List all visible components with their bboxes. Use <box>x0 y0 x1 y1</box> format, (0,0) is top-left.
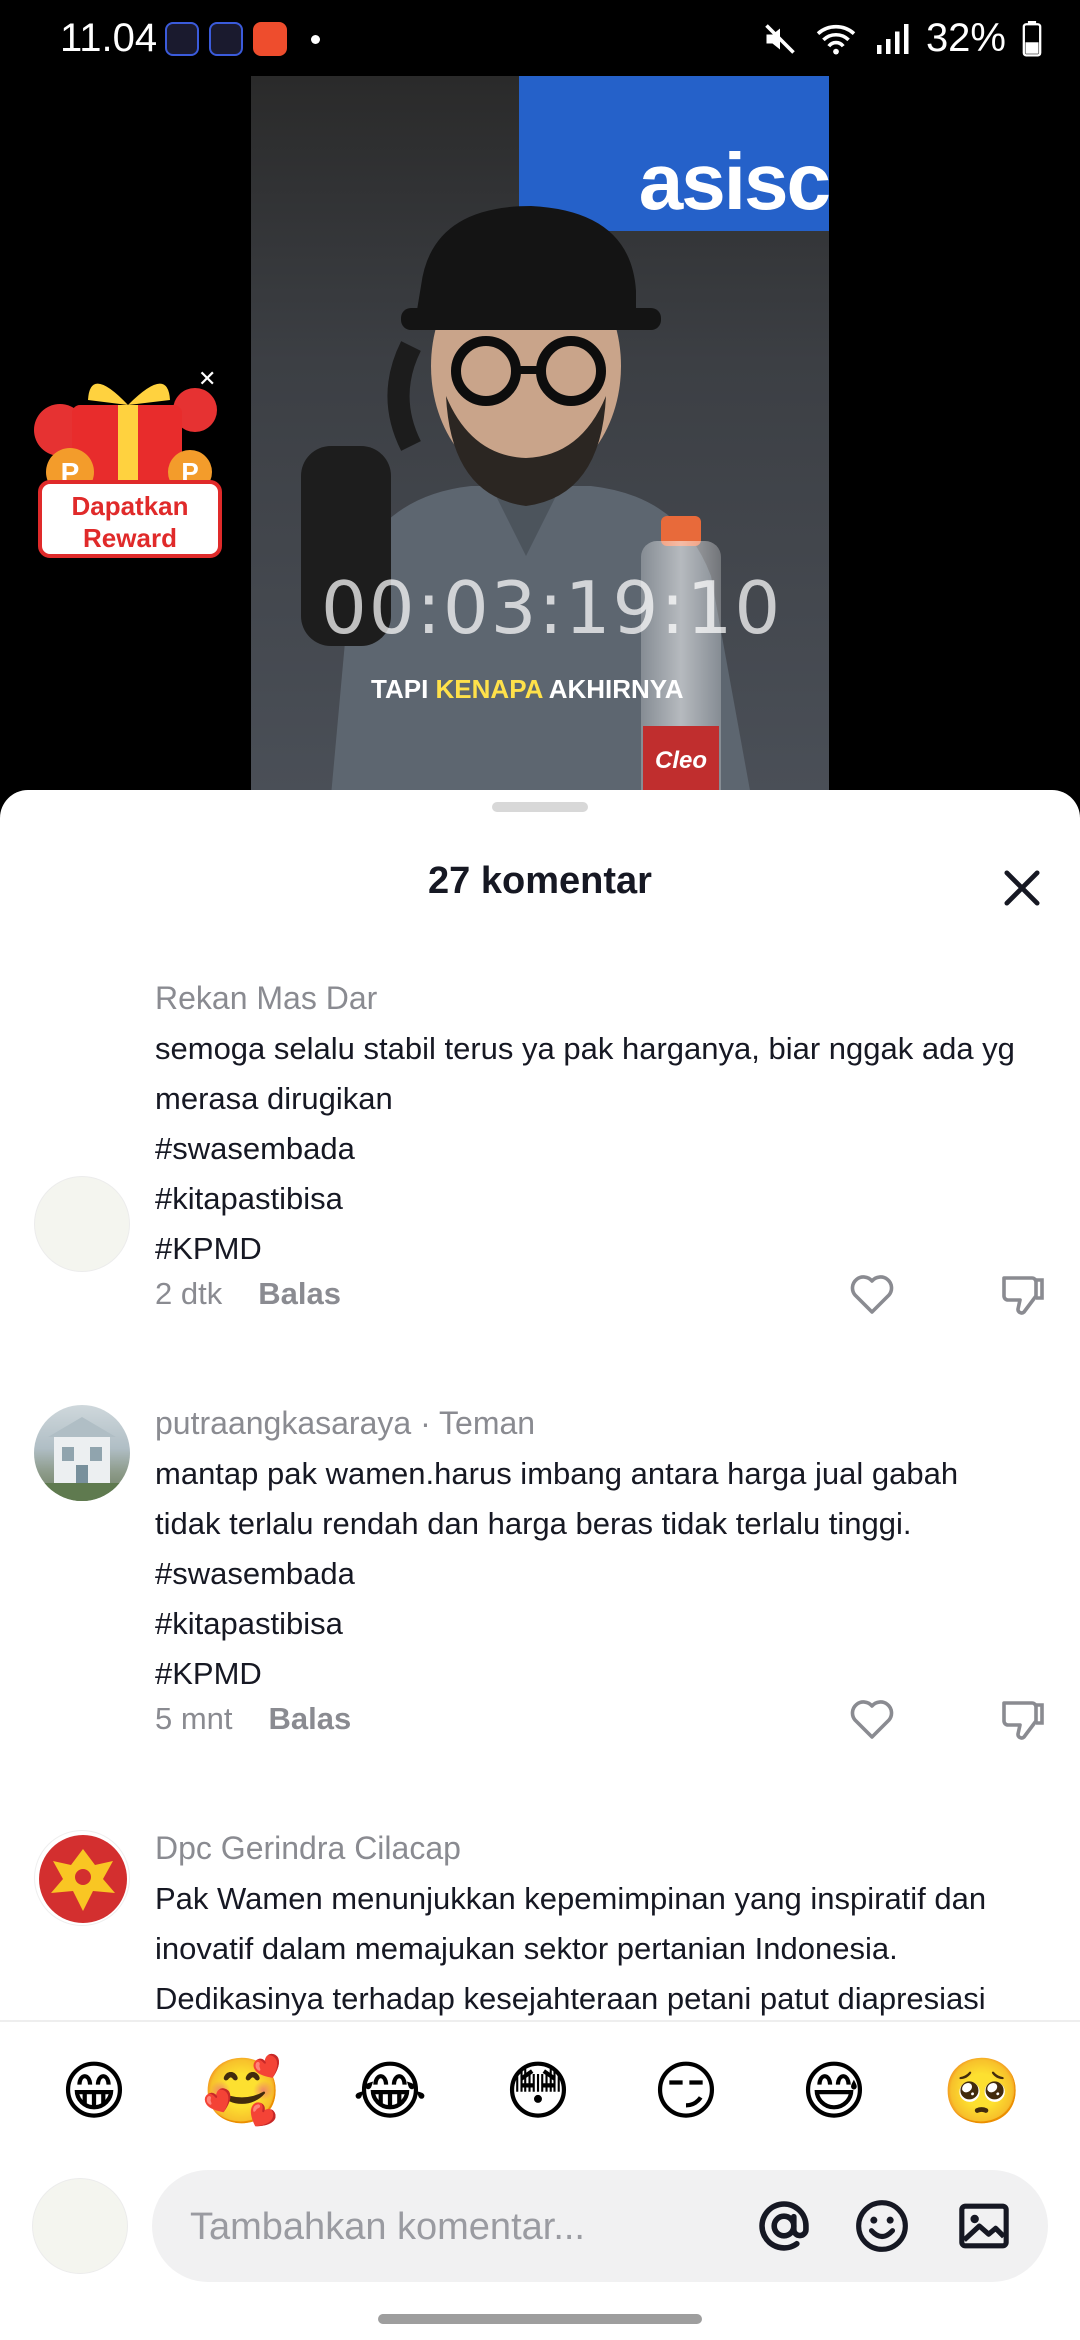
reward-label-line2: Reward <box>83 523 177 553</box>
close-icon[interactable] <box>996 862 1048 914</box>
comment-time: 2 dtk <box>155 1276 223 1311</box>
comment-line: Pak Wamen menunjukkan kepemimpinan yang … <box>155 1881 987 1916</box>
image-icon[interactable] <box>956 2198 1012 2254</box>
comment-input[interactable] <box>188 2170 752 2284</box>
emoji-quick-bar: 😁 🥰 😂 😳 😏 😅 🥺 <box>0 2020 1080 2170</box>
emoji-grin-button[interactable]: 😁 <box>54 2052 134 2132</box>
avatar[interactable] <box>34 1405 130 1501</box>
comment-text: Pak Wamen menunjukkan kepemimpinan yang … <box>155 1874 1045 2024</box>
comment-text: semoga selalu stabil terus ya pak hargan… <box>155 1024 1045 1274</box>
comment-line: mantap pak wamen.harus imbang antara har… <box>155 1456 959 1491</box>
reward-label-line1: Dapatkan <box>71 491 189 521</box>
app-notification-icon <box>165 22 199 56</box>
comment-line: tidak terlalu rendah dan harga beras tid… <box>155 1506 912 1541</box>
emoji-flushed-button[interactable]: 😳 <box>498 2052 578 2132</box>
subtitle-highlight: KENAPA <box>435 674 543 704</box>
mute-icon <box>765 23 795 54</box>
subtitle-text: AKHIRNYA <box>542 674 684 704</box>
comment-line: Dedikasinya terhadap kesejahteraan petan… <box>155 1981 986 2016</box>
app-notification-icon <box>209 22 243 56</box>
comment-time: 5 mnt <box>155 1701 233 1736</box>
comment-line: semoga selalu stabil terus ya pak hargan… <box>155 1031 1015 1066</box>
heart-icon[interactable] <box>848 1697 896 1741</box>
video-player[interactable]: asisc Cleo 00:03:19:10 TAPI KENAPA AKHIR… <box>251 76 829 790</box>
bottle-label: Cleo <box>643 726 719 790</box>
status-right: 32% <box>762 16 1042 61</box>
emoji-sweat-smile-button[interactable]: 😅 <box>794 2052 874 2132</box>
comment-line: inovatif dalam memajukan sektor pertania… <box>155 1931 898 1966</box>
emoji-smirk-button[interactable]: 😏 <box>646 2052 726 2132</box>
heart-icon[interactable] <box>848 1272 896 1316</box>
reward-label[interactable]: Dapatkan Reward <box>38 480 222 558</box>
shopeepay-icon <box>253 22 287 56</box>
reply-button[interactable]: Balas <box>258 1276 341 1311</box>
comment-meta: 5 mnt Balas <box>155 1701 351 1737</box>
hashtag-link[interactable]: #kitapastibisa <box>155 1599 1045 1649</box>
emoji-pleading-button[interactable]: 🥺 <box>942 2052 1022 2132</box>
my-avatar <box>32 2178 128 2274</box>
comment-meta: 2 dtk Balas <box>155 1276 341 1312</box>
hashtag-link[interactable]: #swasembada <box>155 1124 1045 1174</box>
comment-line: merasa dirugikan <box>155 1081 393 1116</box>
hashtag-link[interactable]: #swasembada <box>155 1549 1045 1599</box>
system-nav-handle[interactable] <box>378 2314 702 2324</box>
subtitle-text: TAPI <box>371 674 436 704</box>
comment-author[interactable]: putraangkasaraya · Teman <box>155 1405 535 1442</box>
video-timecode: 00:03:19:10 <box>321 566 783 650</box>
at-icon[interactable] <box>756 2198 812 2254</box>
signal-icon <box>876 23 909 54</box>
smiley-icon[interactable] <box>854 2198 910 2254</box>
avatar[interactable] <box>34 1830 130 1926</box>
hashtag-link[interactable]: #kitapastibisa <box>155 1174 1045 1224</box>
battery-percent: 32% <box>925 16 1006 60</box>
more-notifications-dot-icon <box>311 34 320 44</box>
emoji-smiling-hearts-button[interactable]: 🥰 <box>202 2052 282 2132</box>
comment-input-row <box>0 2170 1080 2320</box>
thumbs-down-icon[interactable] <box>998 1270 1046 1318</box>
reply-button[interactable]: Balas <box>269 1701 352 1736</box>
sheet-drag-handle[interactable] <box>492 802 588 812</box>
comments-count-title: 27 komentar <box>428 860 652 902</box>
hashtag-link[interactable]: #KPMD <box>155 1224 1045 1274</box>
avatar[interactable] <box>34 1176 130 1272</box>
hashtag-link[interactable]: #KPMD <box>155 1649 1045 1699</box>
emoji-tears-of-joy-button[interactable]: 😂 <box>350 2052 430 2132</box>
comment-text: mantap pak wamen.harus imbang antara har… <box>155 1449 1045 1699</box>
thumbs-down-icon[interactable] <box>998 1695 1046 1743</box>
comment-input-container[interactable] <box>152 2170 1048 2284</box>
reward-close-icon[interactable]: ✕ <box>198 366 216 392</box>
status-bar: 11.04 32% <box>0 0 1080 80</box>
wifi-icon <box>816 24 856 54</box>
video-subtitle: TAPI KENAPA AKHIRNYA <box>371 674 684 705</box>
comment-author[interactable]: Rekan Mas Dar <box>155 980 377 1017</box>
notification-icons <box>165 22 320 56</box>
house-photo-icon <box>34 1417 130 1501</box>
status-time: 11.04 <box>60 16 158 60</box>
battery-icon <box>1022 20 1042 57</box>
gerindra-logo-icon <box>39 1835 127 1923</box>
comment-author[interactable]: Dpc Gerindra Cilacap <box>155 1830 461 1867</box>
